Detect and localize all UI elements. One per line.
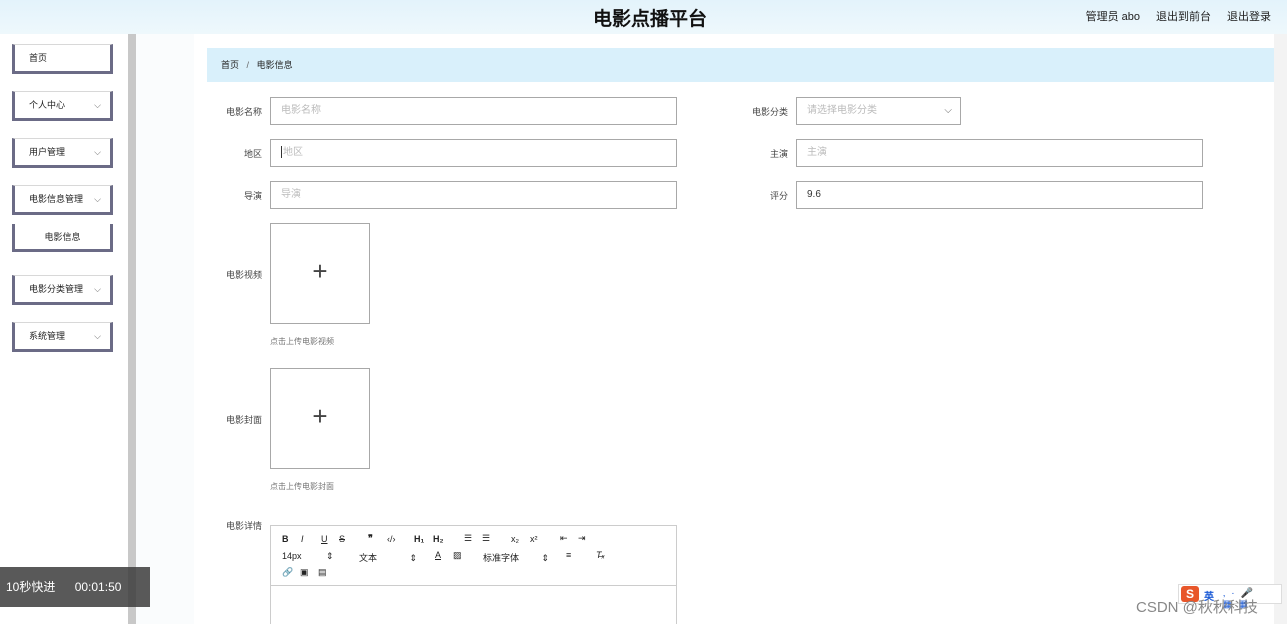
select-arrows-icon: ⇕	[541, 553, 550, 563]
select-arrows-icon: ⇕	[409, 553, 418, 563]
font-family-value: 标准字体	[483, 553, 520, 563]
clear-format-icon[interactable]: T̶ₓ	[596, 550, 605, 560]
movie-name-label: 电影名称	[225, 107, 262, 117]
admin-user-label: 管理员 abo	[1085, 11, 1140, 23]
sidebar-item-label: 系统管理	[29, 331, 66, 341]
playback-time: 00:01:50	[74, 580, 122, 594]
font-family-select[interactable]: 标准字体 ⇕	[483, 551, 549, 564]
strikethrough-icon[interactable]: S	[339, 534, 345, 544]
movie-name-input[interactable]: 电影名称	[270, 97, 677, 125]
align-icon[interactable]: ≡	[566, 550, 571, 560]
movie-category-select[interactable]: 请选择电影分类 ⌵	[796, 97, 961, 125]
movie-cover-label: 电影封面	[225, 415, 262, 425]
sidebar-item-profile[interactable]: 个人中心 ⌵	[12, 91, 113, 121]
plus-icon: +	[312, 401, 328, 431]
movie-category-label: 电影分类	[751, 107, 788, 117]
sidebar-item-label: 首页	[29, 53, 48, 63]
content-gutter	[136, 34, 194, 624]
cover-upload-hint: 点击上传电影封面	[270, 482, 334, 491]
code-icon[interactable]: ‹/›	[387, 534, 396, 544]
sidebar-item-label: 用户管理	[29, 147, 66, 157]
bullet-list-icon[interactable]: ☰	[482, 533, 490, 544]
movie-category-placeholder: 请选择电影分类	[807, 105, 877, 116]
actor-label: 主演	[769, 149, 788, 159]
editor-content-area[interactable]	[271, 586, 676, 624]
region-placeholder: 地区	[283, 147, 303, 158]
underline-icon[interactable]: U	[321, 534, 328, 544]
chevron-down-icon: ⌵	[94, 284, 101, 294]
chevron-down-icon: ⌵	[94, 100, 101, 110]
main-content: 首页 / 电影信息 电影名称 电影名称 电影分类 请选择电影分类 ⌵ 地区 地区…	[194, 34, 1274, 624]
italic-icon[interactable]: I	[301, 534, 304, 544]
chevron-down-icon: ⌵	[94, 147, 101, 157]
region-input[interactable]: 地区	[270, 139, 677, 167]
breadcrumb-current: 电影信息	[256, 60, 293, 70]
block-type-select[interactable]: 文本 ⇕	[359, 551, 417, 564]
outdent-icon[interactable]: ⇤	[560, 533, 568, 544]
sidebar-item-category-management[interactable]: 电影分类管理 ⌵	[12, 275, 113, 305]
breadcrumb-home[interactable]: 首页	[221, 60, 239, 70]
skip-forward-label[interactable]: 10秒快进	[6, 580, 55, 594]
rich-text-editor: B I U S ❞ ‹/› H₁ H₂ ☰ ☰ x₂ x² ⇤ ⇥ 14px ⇕…	[270, 525, 677, 624]
plus-icon: +	[312, 256, 328, 286]
csdn-watermark: CSDN @秋秋科技	[1136, 599, 1258, 616]
chevron-down-icon: ⌵	[94, 194, 101, 204]
sidebar-item-home[interactable]: 首页	[12, 44, 113, 74]
sidebar-item-label: 电影信息管理	[29, 194, 84, 204]
breadcrumb-separator: /	[246, 60, 250, 70]
actor-input[interactable]: 主演	[796, 139, 1203, 167]
sidebar-item-label: 电影分类管理	[29, 284, 84, 294]
breadcrumb: 首页 / 电影信息	[207, 48, 1274, 82]
heading2-icon[interactable]: H₂	[433, 534, 444, 544]
sidebar-scrollbar[interactable]	[128, 34, 136, 624]
ordered-list-icon[interactable]: ☰	[464, 533, 472, 544]
font-size-select[interactable]: 14px ⇕	[282, 551, 334, 562]
video-icon[interactable]: ▤	[318, 567, 327, 578]
editor-toolbar: B I U S ❞ ‹/› H₁ H₂ ☰ ☰ x₂ x² ⇤ ⇥ 14px ⇕…	[271, 526, 676, 586]
block-type-value: 文本	[359, 553, 378, 563]
chevron-down-icon: ⌵	[944, 105, 952, 116]
quote-icon[interactable]: ❞	[368, 533, 373, 544]
sidebar-item-users[interactable]: 用户管理 ⌵	[12, 138, 113, 168]
superscript-icon[interactable]: x²	[530, 534, 538, 544]
movie-detail-label: 电影详情	[225, 521, 262, 531]
link-icon[interactable]: 🔗	[282, 567, 293, 578]
video-playback-overlay: 10秒快进 00:01:50	[0, 567, 150, 607]
top-links: 管理员 abo 退出到前台 退出登录	[1086, 8, 1271, 24]
indent-icon[interactable]: ⇥	[578, 533, 586, 544]
region-label: 地区	[243, 149, 262, 159]
sidebar-item-movie-management[interactable]: 电影信息管理 ⌵	[12, 185, 113, 215]
sidebar-item-system[interactable]: 系统管理 ⌵	[12, 322, 113, 352]
director-label: 导演	[243, 191, 262, 201]
font-size-value: 14px	[282, 551, 302, 561]
cover-upload-box[interactable]: +	[270, 368, 370, 469]
video-upload-hint: 点击上传电影视频	[270, 337, 334, 346]
font-color-icon[interactable]: A	[435, 550, 441, 560]
sidebar-subitem-movie-info[interactable]: 电影信息	[12, 224, 113, 252]
heading1-icon[interactable]: H₁	[414, 534, 424, 544]
rating-input[interactable]: 9.6	[796, 181, 1203, 209]
back-to-front-link[interactable]: 退出到前台	[1156, 8, 1211, 24]
background-color-icon[interactable]: ▨	[453, 550, 462, 561]
movie-video-label: 电影视频	[225, 270, 262, 280]
text-caret	[281, 146, 282, 159]
sidebar: 首页 个人中心 ⌵ 用户管理 ⌵ 电影信息管理 ⌵ 电影信息 电影分类管理 ⌵ …	[0, 34, 128, 624]
director-input[interactable]: 导演	[270, 181, 677, 209]
subscript-icon[interactable]: x₂	[511, 534, 519, 544]
image-icon[interactable]: ▣	[300, 567, 309, 578]
chevron-down-icon: ⌵	[94, 331, 101, 341]
logout-link[interactable]: 退出登录	[1227, 8, 1271, 24]
sidebar-item-label: 电影信息	[44, 232, 81, 242]
bold-icon[interactable]: B	[282, 534, 289, 544]
rating-label: 评分	[769, 191, 788, 201]
video-upload-box[interactable]: +	[270, 223, 370, 324]
page-scrollbar[interactable]	[1274, 34, 1287, 624]
sidebar-item-label: 个人中心	[29, 100, 66, 110]
top-bar: 电影点播平台 管理员 abo 退出到前台 退出登录	[0, 0, 1287, 34]
select-arrows-icon: ⇕	[326, 551, 334, 561]
